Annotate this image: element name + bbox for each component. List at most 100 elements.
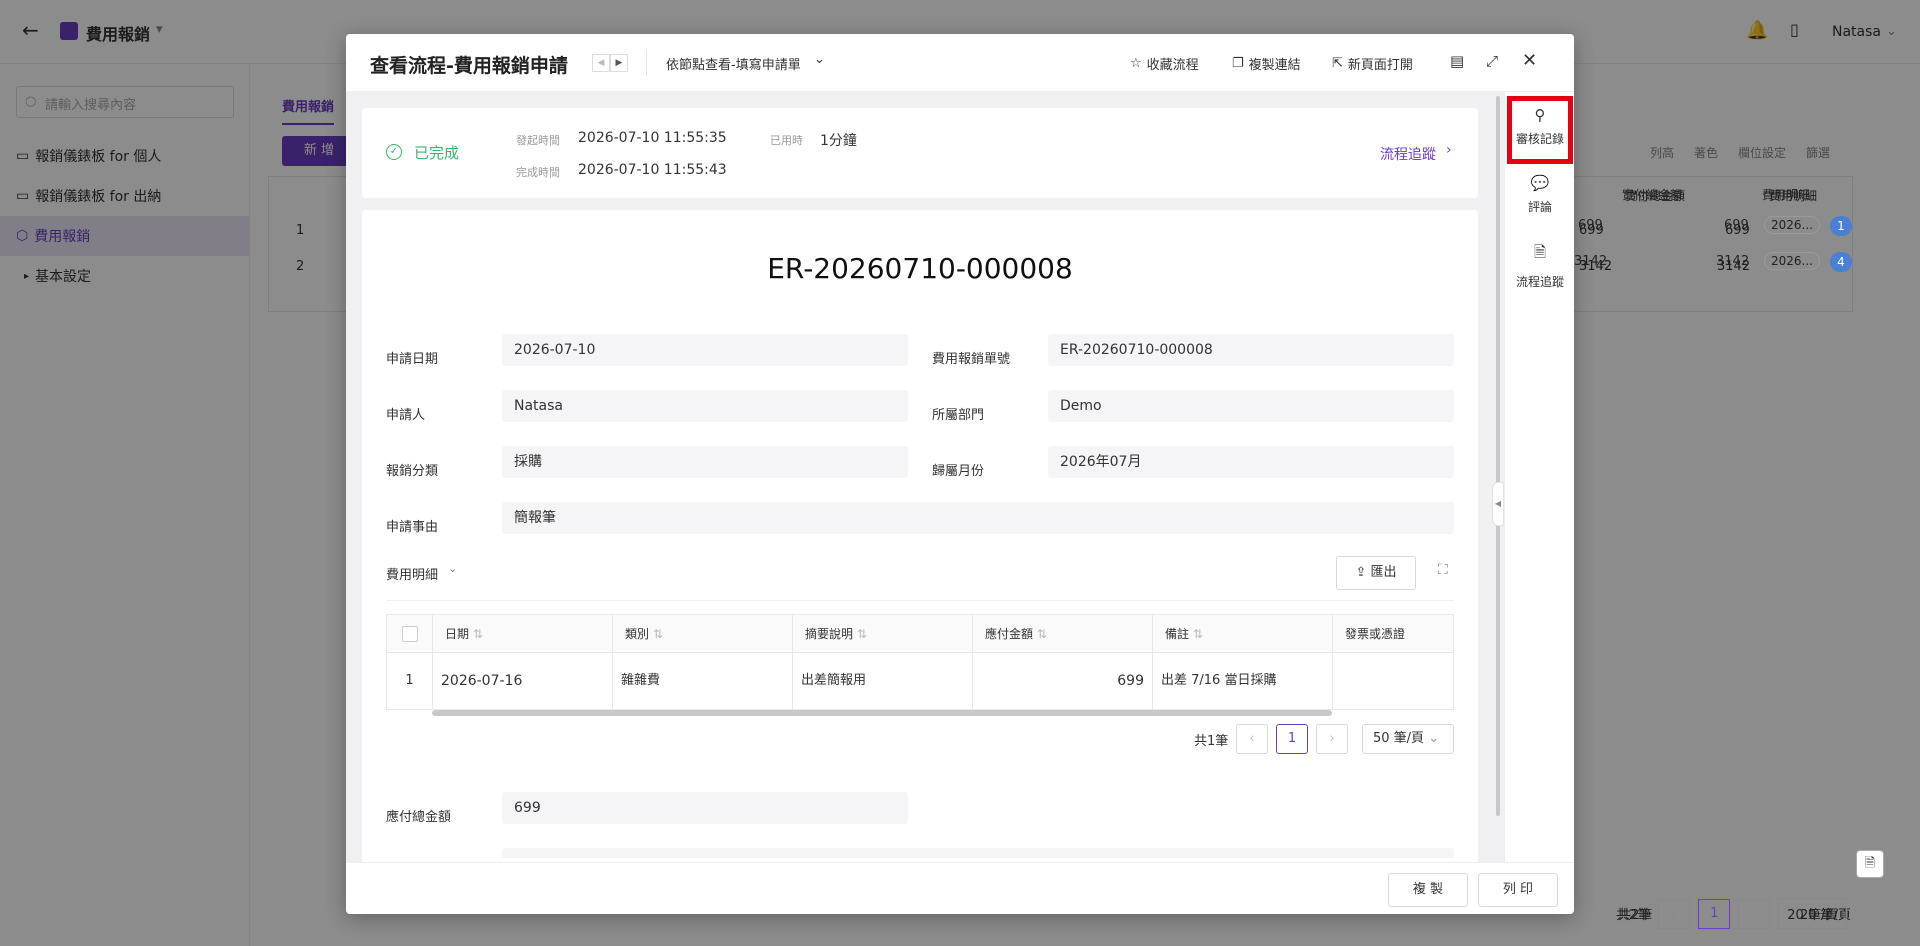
open-new-page-button[interactable]: ⇱ 新頁面打開 [1332,54,1413,73]
detail-chip[interactable]: 2026... [1764,252,1820,270]
process-modal: 查看流程-費用報銷申請 ◀ ▶ 依節點查看-填寫申請單 ⌄ ☆ 收藏流程 ❐ 複製連… [346,34,1574,914]
form-card: ER-20260710-000008 申請日期 2026-07-10 費用報銷單… [362,210,1478,896]
view-mode-select[interactable]: 依節點查看-填寫申請單 [666,54,801,73]
export-label: 匯出 [1370,565,1397,580]
cell-amount: 699 [973,653,1153,709]
sort-icon[interactable]: ⇅ [473,627,483,641]
cell-date: 2026-07-16 [433,653,613,709]
detail-title[interactable]: 費用明細 [386,564,438,583]
sort-icon[interactable]: ⇅ [1037,627,1047,641]
process-trace-label: 流程追蹤 [1515,275,1564,289]
cell-value: 3142 [1574,254,1608,269]
cell-desc: 出差簡報用 [793,653,973,709]
column-header-type[interactable]: 類別 ⇅ [613,615,793,653]
collapse-handle[interactable]: ◀ [1492,482,1504,526]
select-all-checkbox[interactable] [402,626,418,642]
total-payable-field: 699 [502,792,908,824]
cell-value: 3142 [1716,254,1750,269]
column-label: 備註 [1165,627,1190,641]
page-size-select[interactable]: 50 筆/頁 ⌄ [1362,724,1454,754]
next-record-button[interactable]: ▶ [610,54,628,72]
status-card: ✓ 已完成 發起時間 2026-07-10 11:55:35 已用時 1分鐘 完… [362,108,1478,198]
cell-note: 出差 7/16 當日採購 [1153,653,1333,709]
star-icon: ☆ [1130,56,1142,71]
print-button[interactable]: 列 印 [1478,873,1558,907]
doc-title: ER-20260710-000008 [767,252,1073,285]
document-icon: 🗎 [1533,243,1547,261]
copy-link-label: 複製連結 [1248,58,1301,73]
column-label: 日期 [445,627,470,641]
column-header-note[interactable]: 備註 ⇅ [1153,615,1333,653]
process-trace-button[interactable]: 🗎 流程追蹤 [1505,242,1574,290]
bg-prev-button[interactable]: ‹ [1658,898,1691,929]
bg-next-button[interactable]: › [1738,898,1771,929]
chevron-down-icon[interactable]: ⌄ [814,52,825,67]
apply-date-field: 2026-07-10 [502,334,908,366]
new-page-label: 新頁面打開 [1347,58,1413,73]
floating-doc-icon[interactable]: 🗎 [1856,850,1884,878]
panel-toggle-icon[interactable]: ▤ [1450,52,1464,70]
side-rail: ⚲ 審核記錄 💬 評論 🗎 流程追蹤 [1504,92,1574,896]
dept-field: Demo [1048,390,1454,422]
export-button[interactable]: ⇪ 匯出 [1336,556,1416,590]
close-icon[interactable]: ✕ [1522,50,1537,71]
chevron-right-icon[interactable]: › [1446,142,1452,158]
used-time-label: 已用時 [770,134,803,147]
column-header-amount[interactable]: 應付金額 ⇅ [973,615,1153,653]
start-time-label: 發起時間 [516,134,560,147]
cell-invoice [1333,653,1453,709]
cell-type: 雜雜費 [613,653,793,709]
bg-page-size-select[interactable]: 20 筆/頁 [1778,898,1848,929]
detail-chip[interactable]: 2026... [1764,216,1820,234]
column-header-invoice[interactable]: 發票或憑證 [1333,615,1453,653]
category-field: 採購 [502,446,908,478]
field-label: 報銷分類 [386,464,439,479]
month-field: 2026年07月 [1048,446,1454,478]
reason-field: 簡報筆 [502,502,1454,534]
sort-icon[interactable]: ⇅ [653,627,663,641]
prev-page-button[interactable]: ‹ [1236,724,1268,754]
applicant-field: Natasa [502,390,908,422]
col-header-total: 實付總金額 [1622,188,1683,202]
col-header-detail: 費用明細 [1762,188,1811,202]
check-circle-icon: ✓ [386,144,402,160]
trace-link[interactable]: 流程追蹤 [1380,144,1436,164]
copy-button[interactable]: 複 製 [1388,873,1468,907]
fullscreen-icon[interactable]: ⤢ [1486,52,1498,70]
doc-no-field: ER-20260710-000008 [1048,334,1454,366]
column-label: 應付金額 [985,627,1034,641]
detail-table: 日期 ⇅ 類別 ⇅ 摘要說明 ⇅ 應付金額 ⇅ 備註 ⇅ 發票或憑證 1 202… [386,614,1454,710]
external-link-icon: ⇱ [1332,56,1343,71]
favorite-button[interactable]: ☆ 收藏流程 [1130,54,1199,73]
end-time-label: 完成時間 [516,166,560,179]
sort-icon[interactable]: ⇅ [1193,627,1203,641]
page-number[interactable]: 1 [1276,724,1308,754]
next-page-button[interactable]: › [1316,724,1348,754]
field-label: 歸屬月份 [932,464,985,479]
sort-icon[interactable]: ⇅ [857,627,867,641]
comment-button[interactable]: 💬 評論 [1505,174,1574,215]
end-time-value: 2026-07-10 11:55:43 [578,162,727,178]
comment-icon: 💬 [1530,174,1550,192]
copy-link-button[interactable]: ❐ 複製連結 [1232,54,1301,73]
modal-body: ✓ 已完成 發起時間 2026-07-10 11:55:35 已用時 1分鐘 完… [346,92,1504,896]
stamp-icon: ⚲ [1534,106,1546,124]
chevron-down-icon: ⌄ [1428,731,1440,746]
column-header-desc[interactable]: 摘要說明 ⇅ [793,615,973,653]
column-header-date[interactable]: 日期 ⇅ [433,615,613,653]
chevron-down-icon[interactable]: ⌄ [448,562,457,575]
cell-value: 699 [1724,218,1749,233]
row-number: 1 [387,653,433,709]
upload-icon: ⇪ [1355,565,1367,580]
horizontal-scrollbar[interactable] [432,710,1332,716]
detail-total: 共1筆 [1194,734,1229,749]
favorite-label: 收藏流程 [1146,58,1199,73]
bg-visible-strip: 實付總金額 費用明細 699 699 2026... 1 3142 3142 2… [1574,174,1854,314]
audit-log-button[interactable]: ⚲ 審核記錄 [1505,106,1574,147]
prev-record-button[interactable]: ◀ [592,54,610,72]
bg-page-number[interactable]: 1 [1698,898,1731,929]
status-label: 已完成 [414,144,460,162]
expand-icon[interactable]: ⛶ [1438,562,1448,578]
column-label: 發票或憑證 [1345,627,1406,641]
body-scrollbar[interactable] [1496,96,1500,816]
